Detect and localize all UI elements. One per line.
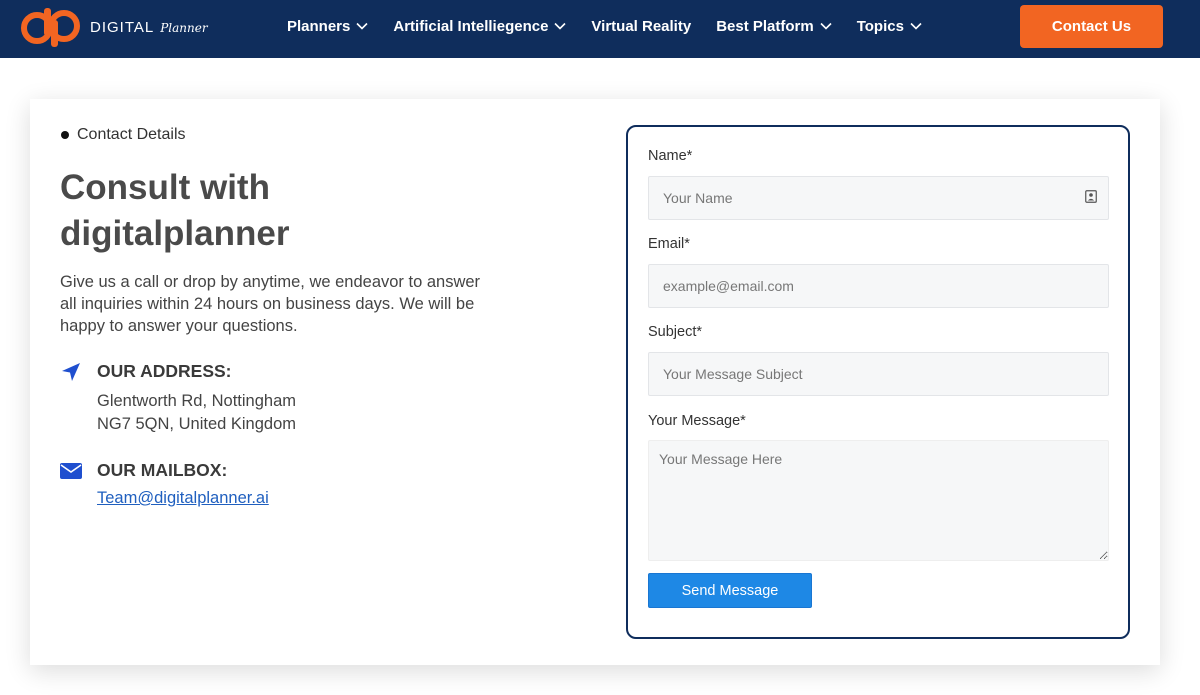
site-header: DIGITAL Planner Planners Artificial Inte… (0, 0, 1200, 58)
nav-item-label: Virtual Reality (591, 17, 692, 35)
mailbox-title: OUR MAILBOX: (97, 460, 228, 480)
contact-card-icon[interactable] (1085, 190, 1097, 203)
nav-item-label: Planners (287, 17, 351, 35)
name-label: Name* (648, 148, 693, 164)
nav-item-artificial-intelligence[interactable]: Artificial Intelliegence (393, 18, 566, 35)
main-nav: Planners Artificial Intelliegence Virtua… (287, 0, 947, 52)
eyebrow-label: Contact Details (77, 126, 186, 143)
dp-logo-mark-icon (21, 8, 80, 47)
address-title: OUR ADDRESS: (97, 361, 232, 381)
page-title: Consult with digitalplanner (60, 168, 290, 253)
email-label: Email* (648, 236, 690, 252)
contact-form: Name* Email* Subject* Your Message* Send… (626, 125, 1130, 639)
subject-label: Subject* (648, 324, 703, 340)
message-label: Your Message* (648, 413, 746, 429)
chevron-down-icon (356, 22, 368, 30)
brand-wordmark: DIGITAL Planner (90, 19, 208, 36)
eyebrow: Contact Details (61, 126, 186, 144)
nav-item-planners[interactable]: Planners (287, 18, 368, 35)
brand-word: DIGITAL (90, 18, 155, 36)
email-link[interactable]: Team@digitalplanner.ai (97, 489, 269, 508)
nav-item-label: Topics (856, 17, 904, 35)
message-textarea[interactable] (648, 440, 1109, 561)
address-block: OUR ADDRESS: Glentworth Rd, Nottingham N… (60, 361, 296, 436)
address-line-1: Glentworth Rd, Nottingham (97, 392, 297, 410)
nav-item-label: Artificial Intelliegence (393, 17, 549, 35)
contact-card: Contact Details Consult with digitalplan… (30, 99, 1160, 665)
brand-sub: Planner (160, 20, 208, 35)
location-arrow-icon (60, 362, 82, 382)
contact-description: Give us a call or drop by anytime, we en… (60, 273, 481, 335)
name-input[interactable] (648, 176, 1109, 220)
nav-item-topics[interactable]: Topics (857, 18, 922, 35)
nav-item-virtual-reality[interactable]: Virtual Reality (591, 18, 691, 35)
address-lines: Glentworth Rd, Nottingham NG7 5QN, Unite… (97, 390, 296, 436)
nav-item-best-platform[interactable]: Best Platform (716, 18, 832, 35)
send-message-button[interactable]: Send Message (648, 573, 812, 608)
chevron-down-icon (910, 22, 922, 30)
mailbox-block: OUR MAILBOX: Team@digitalplanner.ai (60, 460, 269, 508)
subject-input[interactable] (648, 352, 1109, 396)
nav-item-label: Best Platform (716, 17, 814, 35)
chevron-down-icon (820, 22, 832, 30)
address-line-2: NG7 5QN, United Kingdom (97, 415, 297, 433)
contact-us-button[interactable]: Contact Us (1020, 5, 1163, 48)
chevron-down-icon (554, 22, 566, 30)
brand-logo[interactable]: DIGITAL Planner (18, 6, 208, 48)
bullet-dot-icon (61, 131, 69, 139)
email-input[interactable] (648, 264, 1109, 308)
envelope-icon (60, 461, 82, 481)
